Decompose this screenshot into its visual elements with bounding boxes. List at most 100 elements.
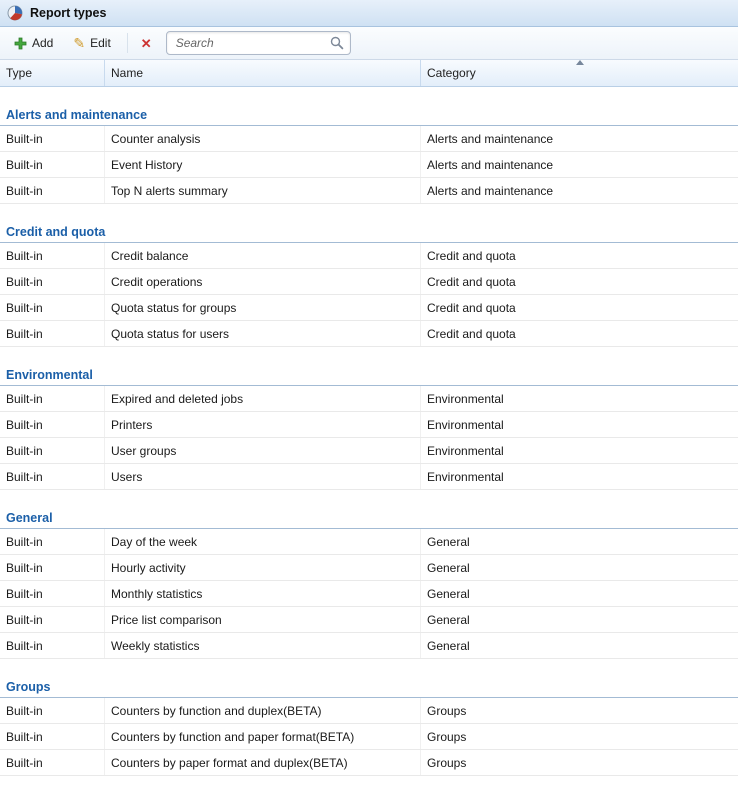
cell-category: Environmental — [421, 464, 738, 489]
toolbar-separator — [127, 33, 128, 53]
group-header[interactable]: Credit and quota — [0, 204, 738, 243]
group-header[interactable]: Environmental — [0, 347, 738, 386]
table-row[interactable]: Built-inDay of the weekGeneral — [0, 529, 738, 555]
add-button[interactable]: Add — [5, 32, 62, 54]
cell-name: Monthly statistics — [105, 581, 421, 606]
cell-type: Built-in — [0, 438, 105, 463]
cell-type: Built-in — [0, 126, 105, 151]
cell-name: Quota status for users — [105, 321, 421, 346]
column-header-type-label: Type — [6, 66, 32, 80]
edit-button[interactable]: ✎ Edit — [64, 32, 119, 54]
table-row[interactable]: Built-inPrintersEnvironmental — [0, 412, 738, 438]
cell-name: Top N alerts summary — [105, 178, 421, 203]
cell-name: Price list comparison — [105, 607, 421, 632]
group-title: Credit and quota — [6, 225, 105, 239]
cell-type: Built-in — [0, 724, 105, 749]
cell-type: Built-in — [0, 698, 105, 723]
cell-name: Credit balance — [105, 243, 421, 268]
delete-button[interactable]: ✕ — [135, 34, 158, 53]
cell-name: Printers — [105, 412, 421, 437]
cell-name: Expired and deleted jobs — [105, 386, 421, 411]
table-header: Type Name Category — [0, 60, 738, 87]
table-row[interactable]: Built-inUsersEnvironmental — [0, 464, 738, 490]
column-header-name-label: Name — [111, 66, 143, 80]
cell-type: Built-in — [0, 178, 105, 203]
cell-type: Built-in — [0, 243, 105, 268]
cell-category: Groups — [421, 698, 738, 723]
cell-category: Credit and quota — [421, 295, 738, 320]
table-body: Alerts and maintenanceBuilt-inCounter an… — [0, 87, 738, 776]
table-row[interactable]: Built-inWeekly statisticsGeneral — [0, 633, 738, 659]
table-row[interactable]: Built-inExpired and deleted jobsEnvironm… — [0, 386, 738, 412]
cell-category: Alerts and maintenance — [421, 126, 738, 151]
cell-category: General — [421, 607, 738, 632]
group-title: General — [6, 511, 53, 525]
group-title: Environmental — [6, 368, 93, 382]
cell-type: Built-in — [0, 555, 105, 580]
cell-category: Environmental — [421, 412, 738, 437]
column-header-name[interactable]: Name — [105, 60, 421, 86]
cell-type: Built-in — [0, 607, 105, 632]
search-box — [166, 31, 351, 55]
group-header[interactable]: Groups — [0, 659, 738, 698]
cell-type: Built-in — [0, 581, 105, 606]
group-title: Groups — [6, 680, 50, 694]
cell-name: User groups — [105, 438, 421, 463]
cell-name: Weekly statistics — [105, 633, 421, 658]
cell-category: General — [421, 529, 738, 554]
cell-category: Alerts and maintenance — [421, 152, 738, 177]
table-row[interactable]: Built-inQuota status for groupsCredit an… — [0, 295, 738, 321]
pie-chart-icon — [7, 5, 23, 21]
table-row[interactable]: Built-inCounters by paper format and dup… — [0, 750, 738, 776]
table-row[interactable]: Built-inCounter analysisAlerts and maint… — [0, 126, 738, 152]
cell-type: Built-in — [0, 295, 105, 320]
cell-name: Event History — [105, 152, 421, 177]
table-row[interactable]: Built-inCounters by function and paper f… — [0, 724, 738, 750]
cell-category: Environmental — [421, 386, 738, 411]
table-row[interactable]: Built-inCounters by function and duplex(… — [0, 698, 738, 724]
page-title: Report types — [30, 6, 106, 20]
cell-name: Credit operations — [105, 269, 421, 294]
toolbar: Add ✎ Edit ✕ — [0, 27, 738, 60]
pencil-icon: ✎ — [73, 36, 85, 50]
cell-category: Environmental — [421, 438, 738, 463]
edit-button-label: Edit — [90, 36, 111, 50]
cell-category: Alerts and maintenance — [421, 178, 738, 203]
table-row[interactable]: Built-inHourly activityGeneral — [0, 555, 738, 581]
table-row[interactable]: Built-inTop N alerts summaryAlerts and m… — [0, 178, 738, 204]
table-row[interactable]: Built-inCredit balanceCredit and quota — [0, 243, 738, 269]
cell-type: Built-in — [0, 529, 105, 554]
table-row[interactable]: Built-inPrice list comparisonGeneral — [0, 607, 738, 633]
cell-name: Counters by paper format and duplex(BETA… — [105, 750, 421, 775]
table-row[interactable]: Built-inQuota status for usersCredit and… — [0, 321, 738, 347]
table-row[interactable]: Built-inMonthly statisticsGeneral — [0, 581, 738, 607]
cell-type: Built-in — [0, 464, 105, 489]
table-row[interactable]: Built-inEvent HistoryAlerts and maintena… — [0, 152, 738, 178]
add-button-label: Add — [32, 36, 53, 50]
cell-category: Groups — [421, 750, 738, 775]
search-input[interactable] — [166, 31, 351, 55]
cell-category: General — [421, 633, 738, 658]
group-title: Alerts and maintenance — [6, 108, 147, 122]
cell-type: Built-in — [0, 321, 105, 346]
table-row[interactable]: Built-inUser groupsEnvironmental — [0, 438, 738, 464]
cell-category: General — [421, 581, 738, 606]
cell-name: Hourly activity — [105, 555, 421, 580]
column-header-category[interactable]: Category — [421, 60, 738, 86]
plus-icon — [14, 37, 27, 50]
cell-name: Counter analysis — [105, 126, 421, 151]
column-header-type[interactable]: Type — [0, 60, 105, 86]
sort-ascending-icon — [576, 60, 584, 65]
window-titlebar: Report types — [0, 0, 738, 27]
table-row[interactable]: Built-inCredit operationsCredit and quot… — [0, 269, 738, 295]
group-header[interactable]: Alerts and maintenance — [0, 87, 738, 126]
cell-type: Built-in — [0, 152, 105, 177]
cell-category: General — [421, 555, 738, 580]
search-icon — [330, 36, 344, 50]
cell-type: Built-in — [0, 633, 105, 658]
cell-name: Counters by function and duplex(BETA) — [105, 698, 421, 723]
group-header[interactable]: General — [0, 490, 738, 529]
cell-category: Credit and quota — [421, 269, 738, 294]
cell-type: Built-in — [0, 412, 105, 437]
column-header-category-label: Category — [427, 66, 476, 80]
